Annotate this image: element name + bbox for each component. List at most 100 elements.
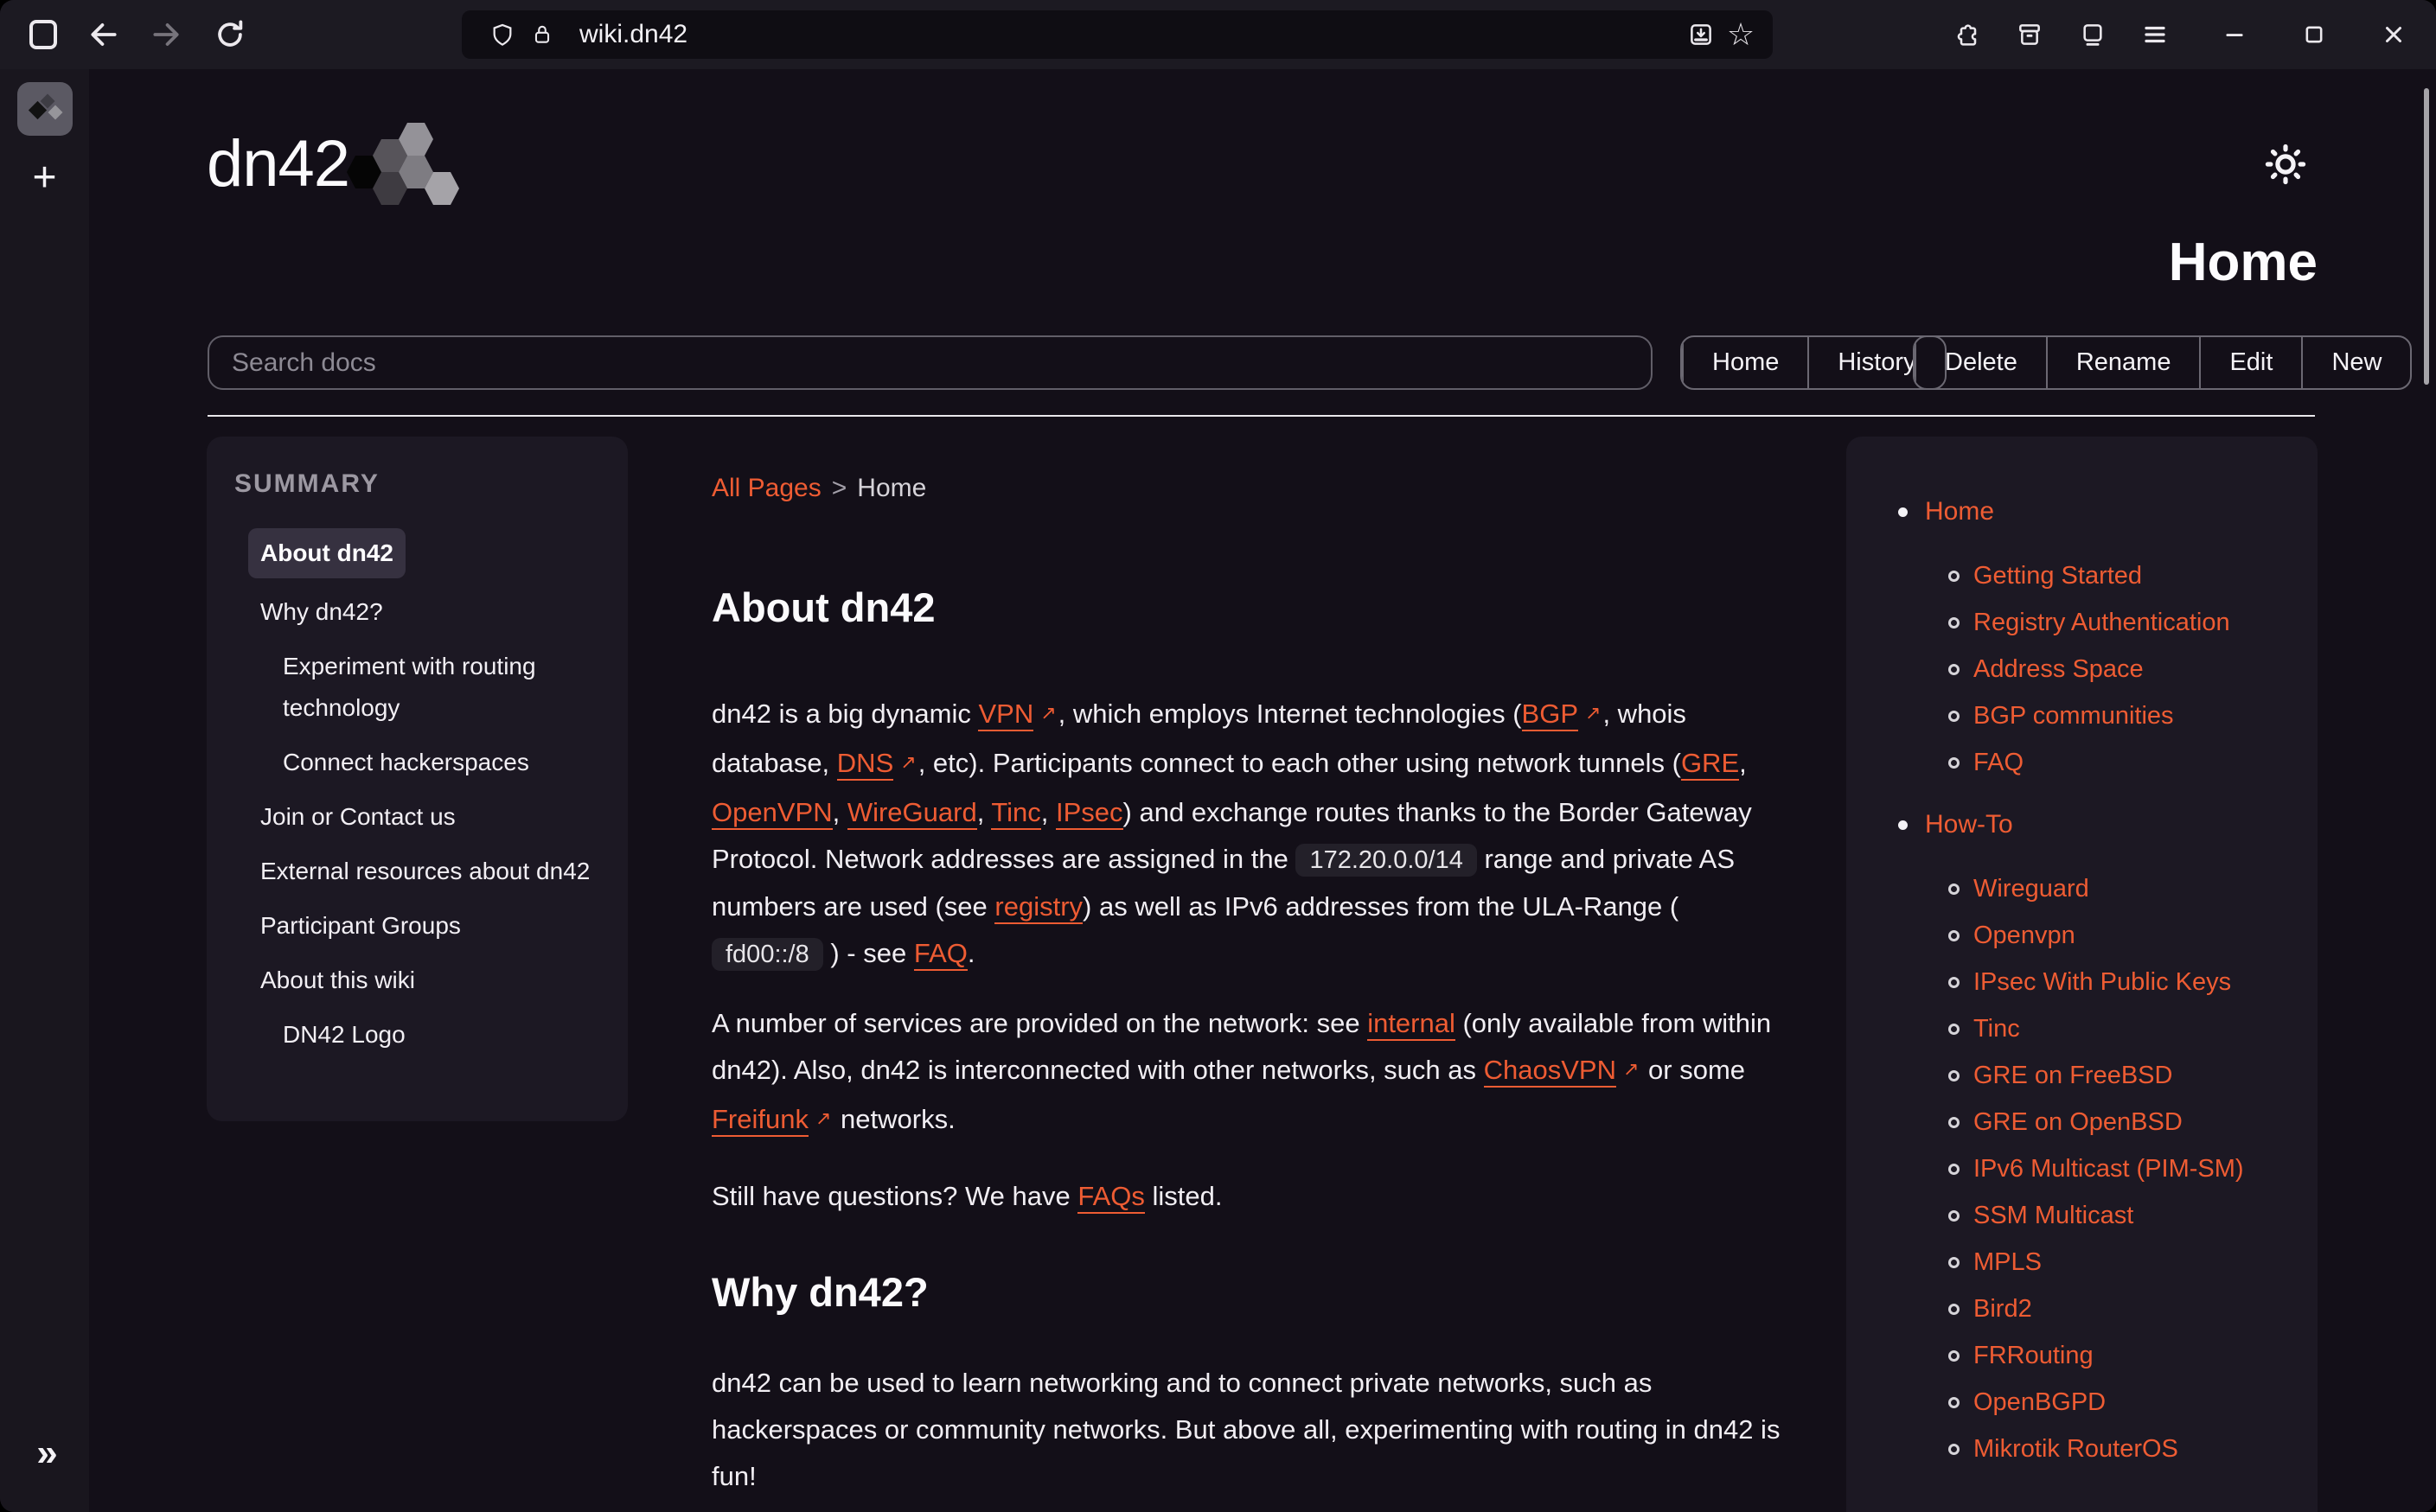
inline-link[interactable]: registry — [994, 891, 1083, 924]
right-nav-subitem[interactable]: BGP communities — [1948, 692, 2318, 739]
paragraph: dn42 is a big dynamic VPN↗, which employ… — [712, 691, 1784, 978]
forward-button[interactable] — [149, 17, 183, 52]
close-button[interactable] — [2376, 17, 2411, 52]
summary-item[interactable]: Join or Contact us — [260, 796, 604, 838]
summary-item[interactable]: DN42 Logo — [283, 1014, 603, 1056]
inline-link[interactable]: GRE — [1681, 748, 1739, 781]
summary-item[interactable]: About this wiki — [260, 960, 604, 1001]
summary-item[interactable]: Why dn42? — [260, 591, 604, 633]
inline-link[interactable]: Tinc — [991, 797, 1040, 830]
inline-link[interactable]: ChaosVPN — [1484, 1055, 1616, 1088]
inline-link[interactable]: internal — [1367, 1008, 1455, 1041]
inline-link[interactable]: IPsec — [1056, 797, 1123, 830]
shield-icon[interactable] — [483, 15, 522, 54]
archive-box-icon[interactable] — [2012, 17, 2047, 52]
inline-link[interactable]: FAQs — [1077, 1181, 1145, 1214]
inline-link[interactable]: FAQ — [914, 938, 968, 971]
summary-item-label: Participant Groups — [260, 912, 461, 939]
summary-item-label: Join or Contact us — [260, 803, 456, 830]
wiki-nav-button[interactable]: Home — [1682, 337, 1807, 388]
url-bar[interactable]: wiki.dn42 ☆ — [462, 10, 1773, 59]
active-tab-thumbnail[interactable] — [17, 82, 73, 136]
right-nav-subitem[interactable]: Bird2 — [1948, 1286, 2318, 1332]
right-nav-subitem[interactable]: GRE on FreeBSD — [1948, 1052, 2318, 1099]
right-nav-subitem[interactable]: SSM Multicast — [1948, 1192, 2318, 1239]
right-nav-subitem[interactable]: FRRouting — [1948, 1332, 2318, 1379]
nav-button-group: HomeHistory — [1680, 335, 1947, 390]
right-nav-item[interactable]: Home — [1898, 497, 2318, 526]
theme-toggle-sun-icon[interactable] — [2261, 140, 2310, 188]
minimize-button[interactable] — [2217, 17, 2252, 52]
right-nav-item-label: How-To — [1925, 810, 2013, 839]
summary-item[interactable]: About dn42 — [248, 528, 592, 578]
right-nav-subitem[interactable]: Wireguard — [1948, 865, 2318, 912]
wiki-action-button[interactable]: Delete — [1915, 337, 2046, 388]
expand-sidebar-button[interactable]: » — [0, 1432, 89, 1475]
right-nav-subitem[interactable]: GRE on OpenBSD — [1948, 1099, 2318, 1145]
summary-item[interactable]: Experiment with routing technology — [283, 646, 603, 729]
bookmark-star-icon[interactable]: ☆ — [1721, 15, 1761, 54]
device-screen-icon[interactable] — [2075, 17, 2110, 52]
right-nav-subitem[interactable]: Registry Authentication — [1948, 599, 2318, 646]
right-nav-subitem[interactable]: Mikrotik RouterOS — [1948, 1426, 2318, 1472]
sidebar-toggle-button[interactable] — [26, 17, 61, 52]
search-input[interactable] — [208, 335, 1653, 390]
right-nav-subitem-label: Registry Authentication — [1973, 609, 2230, 637]
paragraph: Still have questions? We have FAQs liste… — [712, 1173, 1784, 1220]
right-nav-sublist: Wireguard Openvpn IPsec With — [1948, 865, 2318, 1472]
inline-link[interactable]: Freifunk — [712, 1104, 809, 1137]
external-link-icon: ↗ — [1623, 1058, 1639, 1080]
summary-item[interactable]: Connect hackerspaces — [283, 742, 603, 783]
back-button[interactable] — [86, 17, 121, 52]
right-nav-subitem[interactable]: Tinc — [1948, 1005, 2318, 1052]
right-nav-subitem-label: Bird2 — [1973, 1295, 2032, 1324]
inline-link[interactable]: WireGuard — [847, 797, 977, 830]
right-nav-subitem[interactable]: IPv6 Multicast (PIM-SM) — [1948, 1145, 2318, 1192]
right-nav-sections: Home Getting Started — [1846, 497, 2318, 1472]
right-nav-subitem-label: Getting Started — [1973, 562, 2142, 590]
favicon-hex-light — [48, 105, 63, 120]
scrollbar-thumb[interactable] — [2424, 88, 2429, 385]
inline-link[interactable]: VPN — [978, 699, 1033, 731]
inline-link[interactable]: BGP — [1522, 699, 1578, 731]
site-logo-text[interactable]: dn42 — [207, 126, 349, 201]
right-nav-subitem[interactable]: OpenBGPD — [1948, 1379, 2318, 1426]
right-nav-subitem[interactable]: FAQ — [1948, 739, 2318, 786]
right-nav-subitem[interactable]: Openvpn — [1948, 912, 2318, 959]
right-nav-subitem[interactable]: Address Space — [1948, 646, 2318, 692]
right-nav-subitem[interactable]: Getting Started — [1948, 552, 2318, 599]
right-nav-item-label: Home — [1925, 497, 1994, 526]
wiki-action-button[interactable]: New — [2301, 337, 2410, 388]
right-nav-subitem-label: IPv6 Multicast (PIM-SM) — [1973, 1155, 2244, 1183]
right-nav-item[interactable]: How-To — [1898, 810, 2318, 839]
circle-bullet-icon — [1948, 1164, 1960, 1175]
page-action-button-group: DeleteRenameEditNew — [1913, 335, 2412, 390]
lock-icon[interactable] — [522, 15, 562, 54]
circle-bullet-icon — [1948, 571, 1960, 582]
wiki-action-button[interactable]: Edit — [2199, 337, 2301, 388]
circle-bullet-icon — [1948, 1024, 1960, 1035]
right-nav-subitem-label: Address Space — [1973, 655, 2144, 684]
page-viewport: dn42 Home HomeHistory DeleteRenameEditNe… — [89, 69, 2436, 1512]
wiki-action-button[interactable]: Rename — [2046, 337, 2200, 388]
external-link-icon: ↗ — [1040, 702, 1056, 724]
menu-icon[interactable] — [2138, 17, 2172, 52]
maximize-button[interactable] — [2297, 17, 2331, 52]
right-nav-subitem[interactable]: MPLS — [1948, 1239, 2318, 1286]
external-link-icon: ↗ — [815, 1107, 831, 1129]
section-heading-about: About dn42 — [712, 584, 935, 631]
summary-heading: SUMMARY — [234, 469, 628, 499]
summary-item[interactable]: Participant Groups — [260, 905, 604, 947]
inline-link[interactable]: OpenVPN — [712, 797, 833, 830]
right-nav-section: How-To Wireguard — [1846, 810, 2318, 1472]
right-nav-subitem[interactable]: IPsec With Public Keys — [1948, 959, 2318, 1005]
new-tab-button[interactable]: + — [0, 156, 89, 201]
extensions-icon[interactable] — [1949, 17, 1984, 52]
summary-item[interactable]: External resources about dn42 — [260, 851, 604, 892]
breadcrumb-all-pages-link[interactable]: All Pages — [712, 474, 822, 502]
inline-link[interactable]: DNS — [837, 748, 893, 781]
circle-bullet-icon — [1948, 1444, 1960, 1455]
reload-button[interactable] — [213, 17, 247, 52]
circle-bullet-icon — [1948, 664, 1960, 675]
download-icon[interactable] — [1681, 15, 1721, 54]
